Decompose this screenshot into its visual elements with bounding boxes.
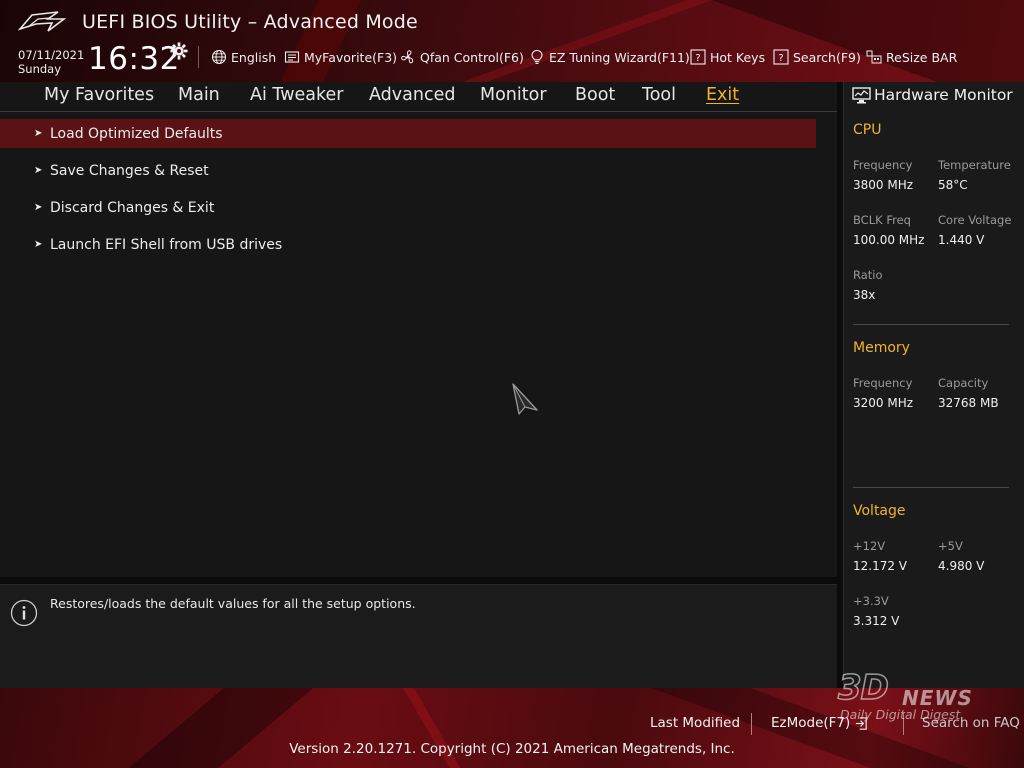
exit-menu-panel: ➤ Load Optimized Defaults ➤ Save Changes… [0, 112, 837, 577]
v5-label: +5V [938, 539, 963, 553]
cpu-section-title: CPU [853, 122, 882, 138]
svg-text:?: ? [695, 53, 700, 64]
qfan-control-label: Qfan Control(F6) [420, 49, 524, 65]
ratio-label: Ratio [853, 268, 883, 282]
hardware-monitor-header: Hardware Monitor [852, 86, 1013, 104]
section-divider [853, 324, 1009, 325]
app-title: UEFI BIOS Utility – Advanced Mode [82, 11, 418, 33]
header-bar: UEFI BIOS Utility – Advanced Mode 07/11/… [0, 0, 1024, 82]
header-divider [198, 46, 199, 68]
date-display: 07/11/2021 Sunday [18, 48, 84, 76]
arrow-right-icon: ➤ [34, 165, 43, 176]
tab-main[interactable]: Main [178, 85, 220, 105]
favorite-icon [284, 51, 300, 63]
menu-item-label: Load Optimized Defaults [50, 125, 223, 142]
cpu-frequency-label: Frequency [853, 158, 913, 172]
watermark-3d-text: 3D [837, 667, 889, 709]
tab-boot[interactable]: Boot [575, 85, 615, 105]
tab-ai-tweaker[interactable]: Ai Tweaker [250, 85, 343, 105]
voltage-section-title: Voltage [853, 503, 906, 519]
v33-value: 3.312 V [853, 614, 900, 628]
cpu-temperature-value: 58°C [938, 178, 968, 192]
myfavorite-label: MyFavorite(F3) [304, 49, 398, 65]
v12-label: +12V [853, 539, 886, 553]
memory-section-title: Memory [853, 340, 910, 356]
hardware-monitor-title: Hardware Monitor [874, 86, 1013, 104]
time-display[interactable]: 16:32 [88, 41, 180, 77]
memory-frequency-label: Frequency [853, 376, 913, 390]
menu-item-launch-efi-shell[interactable]: ➤ Launch EFI Shell from USB drives [0, 230, 816, 259]
search-label: Search(F9) [793, 49, 861, 65]
menu-item-label: Discard Changes & Exit [50, 199, 215, 216]
help-description-bar: Restores/loads the default values for al… [0, 584, 837, 688]
search-question-icon: ? [773, 49, 789, 65]
bclk-freq-label: BCLK Freq [853, 213, 911, 227]
bclk-freq-value: 100.00 MHz [853, 233, 925, 247]
watermark-tagline: Daily Digital Digest [840, 707, 961, 722]
main-tab-bar: My Favorites Main Ai Tweaker Advanced Mo… [0, 82, 837, 112]
resize-bar-button[interactable]: ReSize BAR [866, 48, 957, 66]
help-text: Restores/loads the default values for al… [50, 596, 416, 611]
menu-item-label: Launch EFI Shell from USB drives [50, 236, 283, 253]
memory-capacity-label: Capacity [938, 376, 989, 390]
date-text: 07/11/2021 [18, 48, 85, 62]
mouse-cursor-icon [512, 383, 538, 415]
section-divider [853, 487, 1009, 488]
fan-icon [401, 50, 414, 64]
arrow-right-icon: ➤ [34, 128, 43, 139]
info-icon [10, 599, 38, 627]
last-modified-button[interactable]: Last Modified [650, 715, 740, 731]
myfavorite-button[interactable]: MyFavorite(F3) [284, 48, 397, 66]
gear-icon[interactable] [170, 42, 188, 60]
hot-keys-button[interactable]: ? Hot Keys [690, 48, 765, 66]
language-label: English [231, 49, 277, 65]
language-button[interactable]: English [211, 48, 276, 66]
tab-tool[interactable]: Tool [642, 85, 676, 105]
v33-label: +3.3V [853, 594, 889, 608]
day-text: Sunday [18, 62, 62, 76]
svg-text:?: ? [778, 53, 783, 64]
resize-bar-icon [866, 50, 882, 64]
tab-exit[interactable]: Exit [706, 85, 739, 105]
arrow-right-icon: ➤ [34, 239, 43, 250]
tab-advanced[interactable]: Advanced [369, 85, 455, 105]
ez-tuning-wizard-label: EZ Tuning Wizard(F11) [549, 49, 690, 65]
qfan-control-button[interactable]: Qfan Control(F6) [400, 48, 524, 66]
ratio-value: 38x [853, 288, 876, 302]
copyright-text: Version 2.20.1271. Copyright (C) 2021 Am… [289, 741, 735, 757]
globe-icon [211, 49, 227, 65]
hardware-monitor-panel: Hardware Monitor CPU Frequency Temperatu… [843, 82, 1024, 688]
watermark-logo: 3D NEWS Daily Digital Digest [837, 667, 998, 724]
core-voltage-label: Core Voltage [938, 213, 1012, 227]
menu-item-save-changes-reset[interactable]: ➤ Save Changes & Reset [0, 156, 816, 185]
arrow-right-icon: ➤ [34, 202, 43, 213]
menu-item-load-optimized-defaults[interactable]: ➤ Load Optimized Defaults [0, 119, 816, 148]
tab-monitor[interactable]: Monitor [480, 85, 547, 105]
monitor-icon [852, 86, 871, 103]
menu-item-discard-changes-exit[interactable]: ➤ Discard Changes & Exit [0, 193, 816, 222]
memory-capacity-value: 32768 MB [938, 396, 999, 410]
menu-item-label: Save Changes & Reset [50, 162, 209, 179]
search-button[interactable]: ? Search(F9) [773, 48, 861, 66]
cpu-frequency-value: 3800 MHz [853, 178, 914, 192]
lightbulb-icon [531, 49, 543, 64]
memory-frequency-value: 3200 MHz [853, 396, 914, 410]
footer-divider [751, 713, 752, 735]
rog-logo-icon [18, 11, 67, 32]
hot-keys-label: Hot Keys [710, 49, 766, 65]
resize-bar-label: ReSize BAR [886, 49, 958, 65]
v5-value: 4.980 V [938, 559, 985, 573]
tab-my-favorites[interactable]: My Favorites [44, 85, 154, 105]
question-icon: ? [690, 49, 706, 65]
cpu-temperature-label: Temperature [938, 158, 1011, 172]
ez-tuning-wizard-button[interactable]: EZ Tuning Wizard(F11) [529, 48, 690, 66]
core-voltage-value: 1.440 V [938, 233, 985, 247]
v12-value: 12.172 V [853, 559, 908, 573]
